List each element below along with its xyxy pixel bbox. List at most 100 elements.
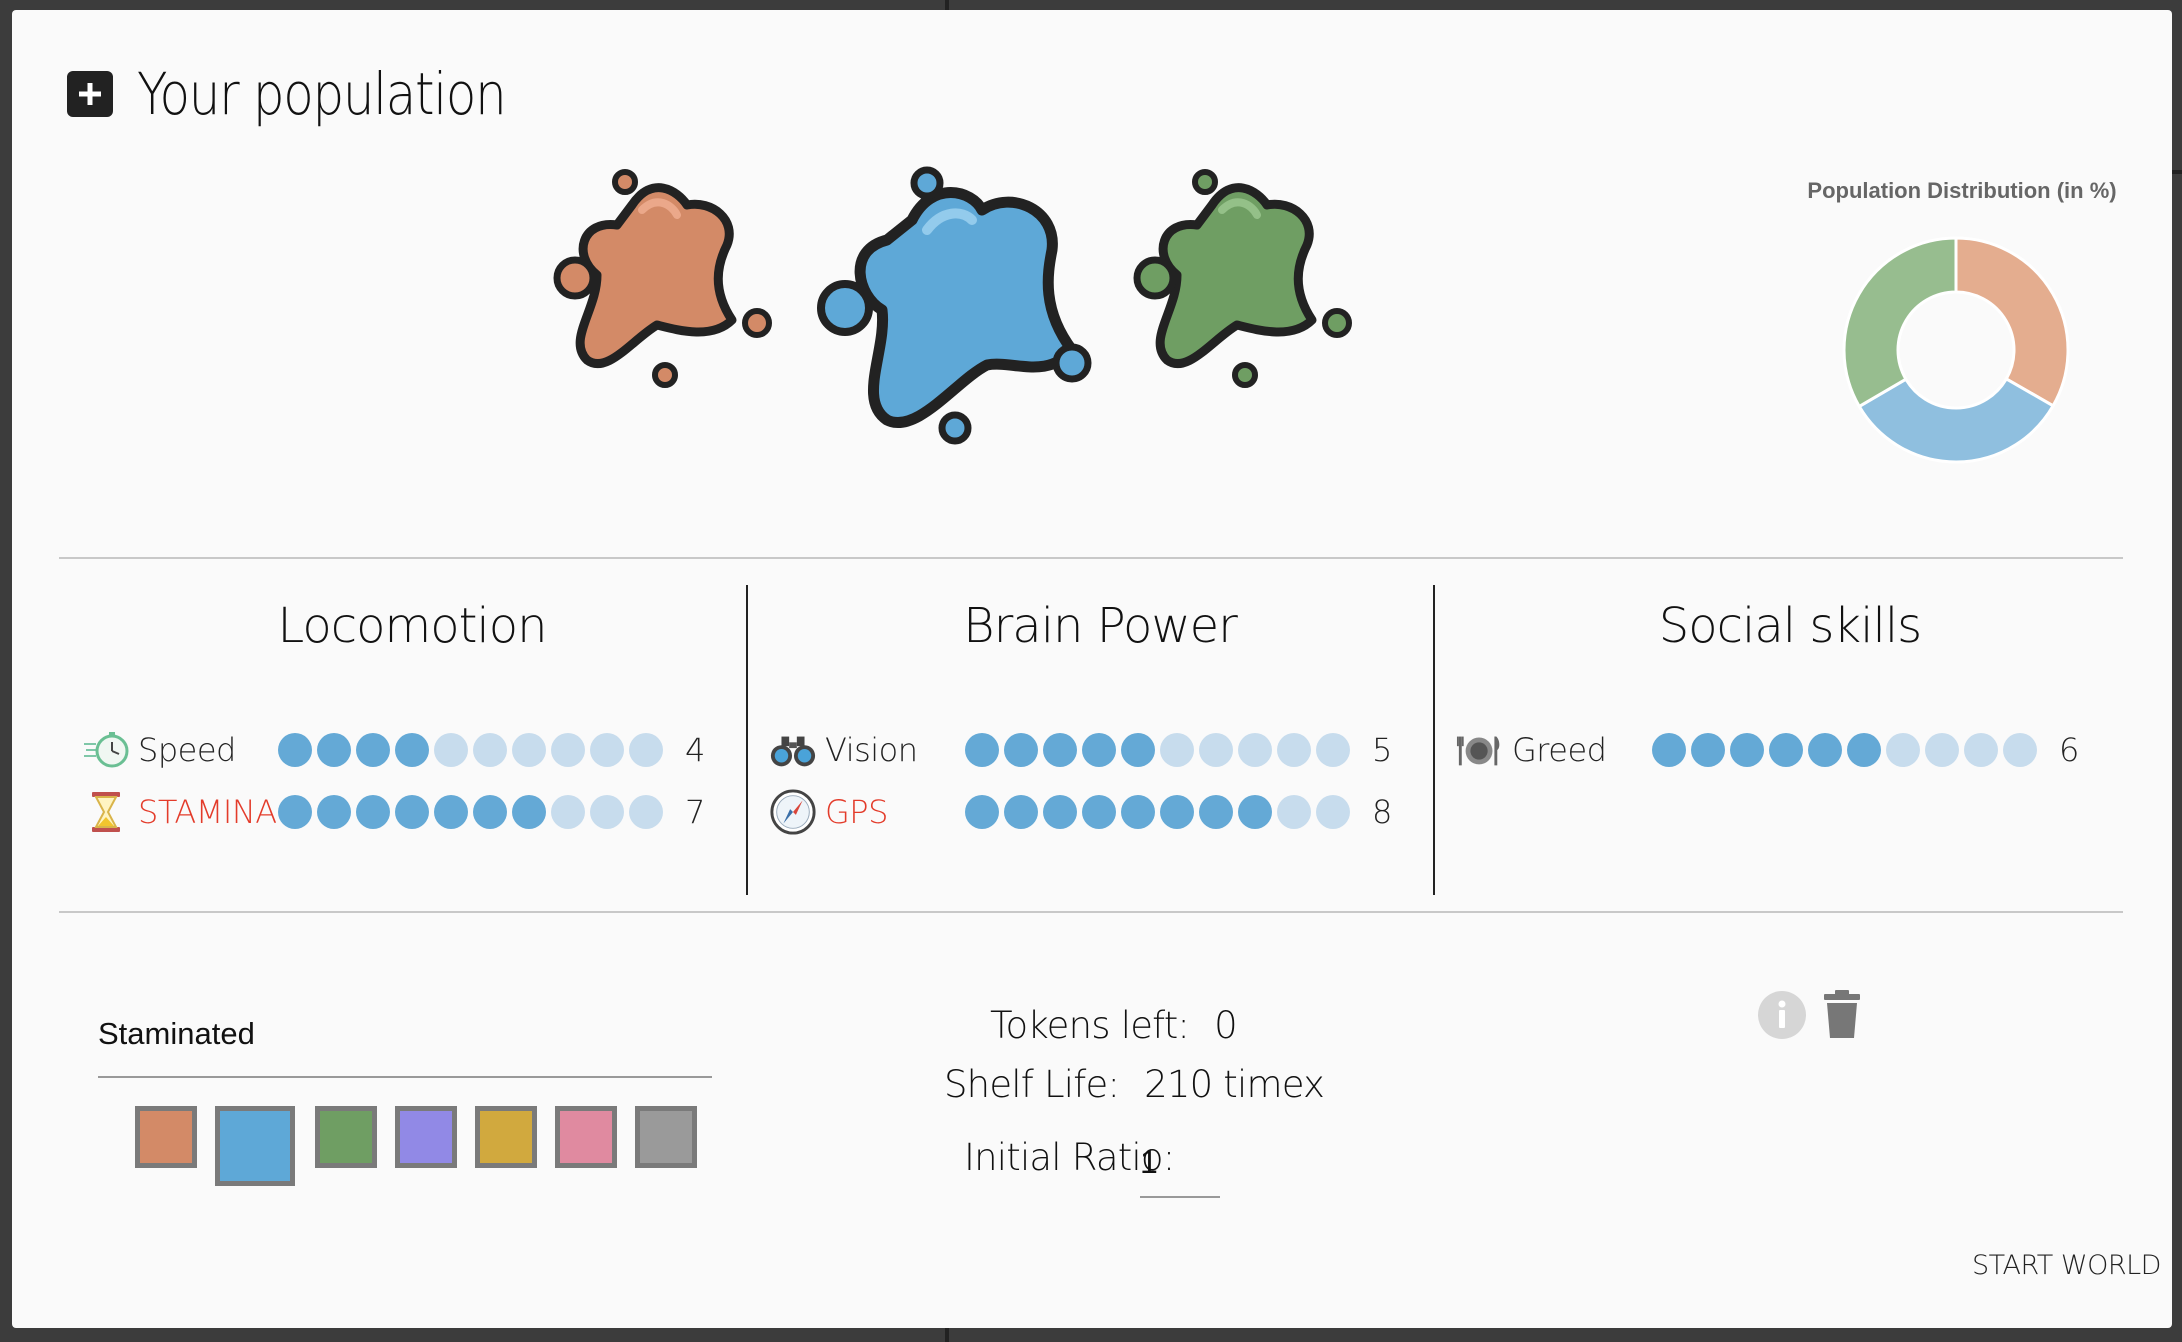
stat-dot[interactable] (473, 733, 507, 767)
stat-dots-greed (1652, 733, 2037, 767)
stat-dot[interactable] (278, 733, 312, 767)
color-swatch[interactable] (635, 1106, 697, 1168)
start-world-button[interactable]: START WORLD (1972, 1250, 2161, 1281)
population-donut-chart (1842, 236, 2070, 464)
orange-blob-icon[interactable] (537, 160, 777, 400)
stat-dot[interactable] (1277, 795, 1311, 829)
initial-ratio-input[interactable]: 1 (1140, 1144, 1158, 1181)
stat-dot[interactable] (1808, 733, 1842, 767)
stopwatch-icon (82, 730, 130, 770)
donut-slice-green[interactable] (1842, 236, 1958, 409)
stat-dot[interactable] (1004, 733, 1038, 767)
color-swatch[interactable] (475, 1106, 537, 1168)
color-swatch[interactable] (395, 1106, 457, 1168)
staminated-label: Staminated (98, 1016, 255, 1051)
blue-blob-icon[interactable] (797, 150, 1097, 450)
stat-dot[interactable] (1316, 795, 1350, 829)
plus-icon[interactable] (67, 71, 113, 117)
stat-value: 6 (2059, 731, 2080, 769)
stat-dots-stamina (278, 795, 663, 829)
info-icon[interactable] (1757, 990, 1807, 1040)
stat-value: 5 (1372, 731, 1393, 769)
tokens-label: Tokens left: (990, 1004, 1190, 1047)
stat-dot[interactable] (1082, 733, 1116, 767)
stat-label: Greed (1512, 731, 1607, 769)
stat-dot[interactable] (1769, 733, 1803, 767)
stat-dot[interactable] (395, 795, 429, 829)
stat-label: GPS (825, 793, 888, 831)
stat-dot[interactable] (590, 795, 624, 829)
green-blob-icon[interactable] (1117, 160, 1357, 400)
stat-dot[interactable] (1847, 733, 1881, 767)
stat-dot[interactable] (1652, 733, 1686, 767)
stat-dot[interactable] (434, 795, 468, 829)
section-title-social-skills: Social skills (1658, 598, 1922, 654)
stat-dot[interactable] (1277, 733, 1311, 767)
stat-dot[interactable] (1886, 733, 1920, 767)
stat-dot[interactable] (1238, 795, 1272, 829)
stat-label: Vision (825, 731, 918, 769)
stat-dot[interactable] (434, 733, 468, 767)
stat-dot[interactable] (1925, 733, 1959, 767)
page-title: Your population (137, 60, 507, 128)
stat-dot[interactable] (551, 795, 585, 829)
stat-dot[interactable] (356, 795, 390, 829)
stat-row-gps: GPS 8 (769, 789, 1402, 835)
stat-dot[interactable] (965, 733, 999, 767)
stat-row-vision: Vision 5 (769, 730, 1402, 770)
stat-dot[interactable] (629, 733, 663, 767)
column-divider-2 (1433, 585, 1435, 895)
tokens-value: 0 (1214, 1004, 1238, 1047)
color-swatch[interactable] (315, 1106, 377, 1168)
stat-dot[interactable] (1316, 733, 1350, 767)
stat-dot[interactable] (278, 795, 312, 829)
stat-dot[interactable] (1043, 795, 1077, 829)
stat-value: 4 (685, 731, 706, 769)
divider-top (59, 557, 2123, 559)
stat-label: STAMINA (138, 793, 277, 831)
section-title-brain-power: Brain Power (963, 598, 1238, 654)
stat-dots-vision (965, 733, 1350, 767)
column-divider-1 (746, 585, 748, 895)
hourglass-icon (82, 792, 130, 832)
trash-icon[interactable] (1822, 990, 1862, 1040)
color-swatch[interactable] (555, 1106, 617, 1168)
stat-dot[interactable] (629, 795, 663, 829)
stat-dot[interactable] (1121, 733, 1155, 767)
color-swatch[interactable] (135, 1106, 197, 1168)
stat-dot[interactable] (512, 795, 546, 829)
stat-dot[interactable] (590, 733, 624, 767)
stat-dot[interactable] (1730, 733, 1764, 767)
stat-dot[interactable] (1691, 733, 1725, 767)
stat-dot[interactable] (356, 733, 390, 767)
stat-dot[interactable] (1121, 795, 1155, 829)
stat-dot[interactable] (1160, 733, 1194, 767)
stat-dot[interactable] (317, 795, 351, 829)
stat-dot[interactable] (1043, 733, 1077, 767)
binoculars-icon (769, 730, 817, 770)
stat-row-speed: Speed 4 (82, 730, 715, 770)
stat-dot[interactable] (1964, 733, 1998, 767)
stat-dot[interactable] (2003, 733, 2037, 767)
stat-dot[interactable] (512, 733, 546, 767)
donut-slice-blue[interactable] (1857, 376, 2056, 464)
stat-dot[interactable] (1238, 733, 1272, 767)
section-title-locomotion: Locomotion (277, 598, 547, 654)
stat-dot[interactable] (395, 733, 429, 767)
stat-dot[interactable] (551, 733, 585, 767)
dialog-header: Your population (67, 60, 565, 128)
stat-dot[interactable] (317, 733, 351, 767)
stat-value: 7 (685, 793, 706, 831)
stat-row-greed: Greed 6 (1456, 730, 2089, 770)
shelf-value: 210 timex (1144, 1063, 1325, 1106)
stat-dot[interactable] (965, 795, 999, 829)
staminated-underline (98, 1076, 712, 1078)
stat-dot[interactable] (1199, 795, 1233, 829)
stat-dot[interactable] (1199, 733, 1233, 767)
stat-dot[interactable] (473, 795, 507, 829)
stat-dot[interactable] (1004, 795, 1038, 829)
stat-dot[interactable] (1160, 795, 1194, 829)
tokens-left: Tokens left: 0 (990, 1004, 1238, 1047)
stat-dot[interactable] (1082, 795, 1116, 829)
color-swatch[interactable] (215, 1106, 295, 1186)
